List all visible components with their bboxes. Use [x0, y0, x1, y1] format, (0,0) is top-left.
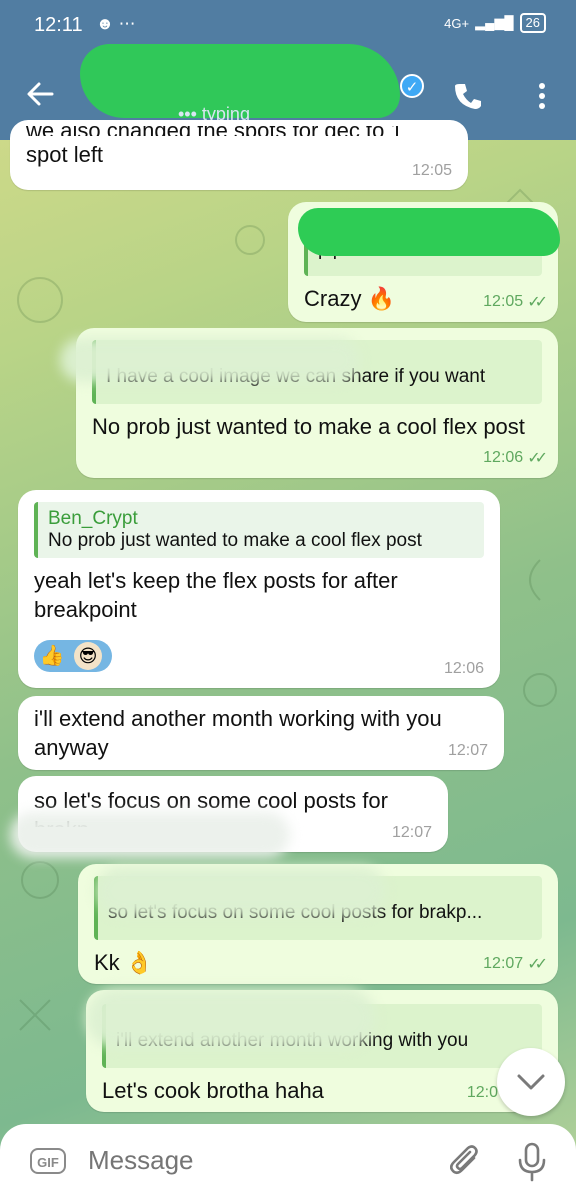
thumbs-up-reaction-icon[interactable]: 👍: [38, 642, 66, 670]
redaction-blob: [298, 208, 560, 256]
message-incoming[interactable]: i'll extend another month working with y…: [18, 696, 504, 770]
scroll-to-bottom-button[interactable]: [497, 1048, 565, 1116]
reply-quote[interactable]: Ben_Crypt No prob just wanted to make a …: [34, 502, 484, 558]
message-time: 12:07: [391, 824, 432, 841]
message-time: 12:06: [443, 660, 484, 677]
notification-icons: ☻ ⋯: [96, 14, 136, 33]
battery-icon: 26: [519, 13, 546, 33]
message-incoming[interactable]: Ben_Crypt No prob just wanted to make a …: [18, 490, 500, 688]
reply-quote-author: Ben_Crypt: [48, 508, 138, 529]
status-time: 12:11: [34, 14, 83, 36]
reply-quote-text: No prob just wanted to make a cool flex …: [48, 530, 422, 551]
battery-level: 26: [525, 15, 540, 30]
message-time: 12:06: [483, 449, 524, 466]
message-meta: 12:05 ✓✓: [483, 292, 548, 312]
reactions-bar[interactable]: 👍 😎: [34, 640, 112, 672]
signal-icon: ▂▄▆█: [475, 15, 514, 30]
phone-icon[interactable]: [452, 80, 484, 112]
redaction-blur: [96, 866, 386, 916]
message-text: Kk 👌: [94, 950, 154, 975]
redaction-blur: [10, 812, 290, 858]
chevron-down-icon: [517, 1074, 545, 1090]
redaction-blur: [86, 988, 376, 1048]
message-text: so let's focus on some cool posts for: [34, 788, 388, 813]
message-incoming[interactable]: we also changed the spots for dec to 1 s…: [10, 120, 468, 190]
back-arrow-icon[interactable]: [26, 80, 54, 108]
message-time: 12:0: [466, 1084, 498, 1101]
message-text: No prob just wanted to make a cool flex …: [92, 414, 525, 439]
reactor-avatar: 😎: [74, 642, 102, 670]
message-time: 12:07: [483, 955, 524, 972]
gif-button[interactable]: GIF: [30, 1148, 66, 1174]
message-time: 12:05: [412, 162, 452, 180]
redaction-blur: [60, 338, 360, 382]
message-composer: GIF: [0, 1124, 576, 1198]
verified-icon: ✓: [400, 74, 424, 98]
message-input[interactable]: [86, 1144, 430, 1177]
message-meta: 12:07 ✓✓: [483, 954, 548, 974]
message-text: spot left: [26, 142, 104, 167]
status-right: 4G+ ▂▄▆█ 26: [444, 13, 546, 33]
read-checks-icon: ✓✓: [527, 294, 548, 311]
message-time: 12:07: [447, 742, 488, 759]
message-meta: 12:06: [444, 660, 484, 678]
read-checks-icon: ✓✓: [527, 956, 548, 973]
attach-icon[interactable]: [450, 1144, 482, 1180]
more-menu-icon[interactable]: [538, 82, 546, 110]
message-text: i'll extend another month working with y…: [34, 706, 442, 760]
message-meta: 12:0: [467, 1084, 498, 1102]
read-checks-icon: ✓✓: [527, 450, 548, 467]
message-meta: 12:07: [392, 824, 432, 842]
message-time-label: 12:05: [411, 162, 452, 179]
message-meta: 12:07: [448, 742, 488, 760]
message-text-cut: we also changed the spots for dec to 1: [26, 126, 452, 136]
network-type: 4G+: [444, 15, 470, 31]
message-meta: 12:06 ✓✓: [483, 448, 548, 468]
message-text: yeah let's keep the flex posts for after…: [34, 568, 398, 622]
microphone-icon[interactable]: [516, 1142, 548, 1182]
message-time: 12:05: [483, 293, 524, 310]
